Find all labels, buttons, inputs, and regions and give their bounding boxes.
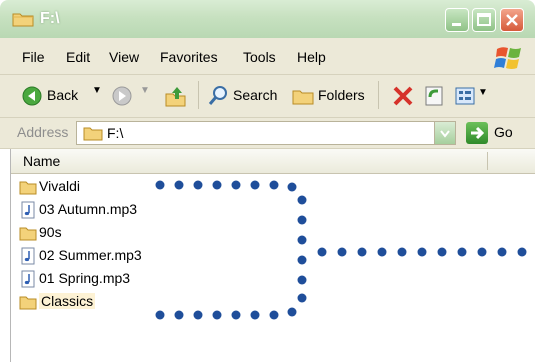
close-icon — [506, 14, 518, 26]
address-label: Address — [17, 124, 69, 140]
address-input[interactable]: F:\ — [76, 121, 456, 145]
up-folder-icon[interactable] — [163, 84, 187, 108]
views-icon[interactable] — [454, 85, 478, 107]
item-label: Vivaldi — [39, 178, 80, 194]
menu-favorites[interactable]: Favorites — [160, 49, 218, 65]
back-button[interactable]: Back — [47, 87, 78, 103]
minimize-button[interactable] — [445, 8, 469, 32]
menu-file[interactable]: File — [22, 49, 45, 65]
maximize-button[interactable] — [472, 8, 496, 32]
menu-view[interactable]: View — [109, 49, 139, 65]
folder-icon — [19, 296, 37, 310]
explorer-window: F:\ File Edit View Favorites Tools Help … — [0, 0, 535, 362]
go-arrow-icon — [471, 126, 485, 140]
item-label: 01 Spring.mp3 — [39, 270, 131, 286]
windows-logo-icon — [494, 47, 521, 69]
forward-arrow-icon[interactable] — [112, 86, 132, 106]
views-dropdown-icon[interactable]: ▼ — [478, 87, 488, 98]
go-label[interactable]: Go — [494, 124, 513, 140]
item-label: Classics — [39, 293, 96, 309]
file-list: Name Vivaldi 03 Autumn.mp3 90s 02 Summer… — [10, 149, 535, 362]
folder-icon — [19, 227, 37, 241]
menu-bar: File Edit View Favorites Tools Help — [0, 38, 535, 75]
menu-help[interactable]: Help — [297, 49, 326, 65]
folders-button[interactable]: Folders — [318, 87, 365, 103]
undo-icon[interactable] — [424, 85, 444, 107]
toolbar: Back ▼ ▼ Search Folders ▼ — [0, 75, 535, 118]
menu-edit[interactable]: Edit — [66, 49, 90, 65]
item-label: 02 Summer.mp3 — [39, 247, 142, 263]
folder-icon — [19, 181, 37, 195]
column-divider[interactable] — [487, 152, 488, 170]
address-bar: Address F:\ Go — [0, 118, 535, 149]
delete-icon[interactable] — [392, 85, 414, 107]
address-value: F:\ — [107, 125, 124, 141]
close-button[interactable] — [500, 8, 524, 32]
item-label: 90s — [39, 224, 62, 240]
folders-icon[interactable] — [292, 86, 314, 106]
audio-file-icon — [21, 247, 35, 265]
folder-icon — [12, 13, 34, 27]
window-title: F:\ — [40, 10, 60, 27]
column-name[interactable]: Name — [23, 153, 60, 169]
menu-tools[interactable]: Tools — [243, 49, 276, 65]
search-button[interactable]: Search — [233, 87, 277, 103]
audio-file-icon — [21, 201, 35, 219]
chevron-down-icon — [440, 130, 450, 138]
folder-icon — [83, 127, 103, 141]
maximize-icon — [477, 13, 491, 26]
item-label: 03 Autumn.mp3 — [39, 201, 138, 217]
address-dropdown-button[interactable] — [434, 122, 455, 144]
go-button[interactable] — [466, 122, 488, 144]
minimize-icon — [452, 23, 461, 26]
audio-file-icon — [21, 270, 35, 288]
back-dropdown-icon[interactable]: ▼ — [92, 85, 102, 96]
title-bar[interactable]: F:\ — [0, 0, 535, 39]
forward-dropdown-icon[interactable]: ▼ — [140, 85, 150, 96]
toolbar-separator — [378, 81, 379, 109]
search-icon[interactable] — [208, 85, 230, 107]
column-header[interactable]: Name — [11, 149, 535, 174]
toolbar-separator — [198, 81, 199, 109]
back-arrow-icon[interactable] — [22, 86, 42, 106]
